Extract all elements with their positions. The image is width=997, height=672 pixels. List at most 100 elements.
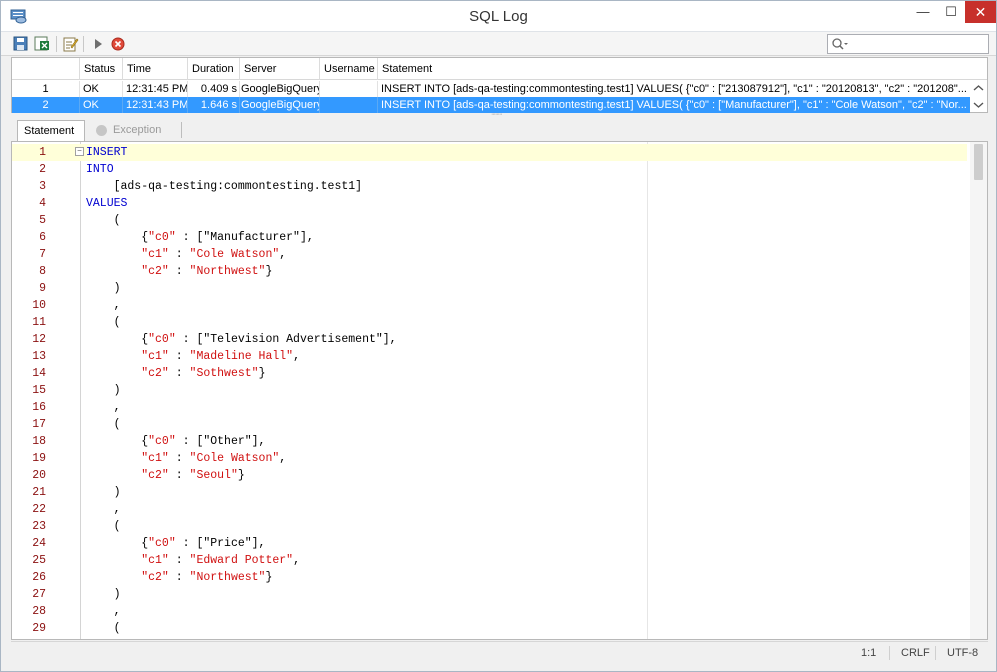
code-line: 23 ( — [12, 518, 967, 535]
minimize-button[interactable]: — — [909, 1, 937, 23]
line-number: 28 — [32, 605, 46, 618]
search-box[interactable] — [827, 34, 989, 54]
code-line: 20 "c2" : "Seoul"} — [12, 467, 967, 484]
play-icon[interactable] — [89, 35, 107, 53]
line-number: 20 — [32, 469, 46, 482]
code-token: ( — [86, 520, 121, 533]
column-header-server[interactable]: Server — [240, 58, 320, 80]
toolbar — [1, 32, 996, 56]
sql-keyword: INTO — [86, 163, 114, 176]
row-duration: 1.646 s — [188, 97, 240, 113]
sql-editor[interactable]: 1 − INSERT 2 INTO 3 [ads-qa-testing:commontes… — [11, 141, 988, 640]
code-token: [ads-qa-testing:commontesting.test1] — [86, 180, 363, 193]
code-token: ) — [86, 282, 121, 295]
line-number: 7 — [39, 248, 46, 261]
string-literal: "c2" — [141, 469, 169, 482]
maximize-button[interactable]: ☐ — [937, 1, 965, 23]
line-number: 18 — [32, 435, 46, 448]
column-header-username[interactable]: Username — [320, 58, 378, 80]
column-header-statement[interactable]: Statement — [378, 58, 987, 80]
table-row[interactable]: 1 OK 12:31:45 PM 0.409 s GoogleBigQuery … — [12, 81, 970, 97]
code-line: 19 "c1" : "Cole Watson", — [12, 450, 967, 467]
code-line: 21 ) — [12, 484, 967, 501]
code-token: } — [265, 571, 273, 584]
editor-scrollbar[interactable] — [970, 142, 987, 639]
code-line: 1 − INSERT — [12, 144, 967, 161]
exception-status-icon — [96, 125, 107, 136]
line-number: 27 — [32, 588, 46, 601]
code-text: [ads-qa-testing:commontesting.test1] — [86, 178, 362, 195]
tab-statement[interactable]: Statement — [17, 120, 85, 141]
code-line: 12 {"c0" : ["Television Advertisement"], — [12, 331, 967, 348]
code-text: INTO — [86, 161, 114, 178]
column-header-time[interactable]: Time — [123, 58, 188, 80]
code-text: ) — [86, 484, 121, 501]
cursor-position: 1:1 — [861, 647, 877, 659]
code-line: 24 {"c0" : ["Price"], — [12, 535, 967, 552]
code-token: : — [168, 469, 190, 482]
splitter-handle[interactable]: ········ — [491, 111, 507, 118]
grid-scrollbar[interactable] — [970, 81, 987, 112]
string-literal: "c2" — [141, 265, 169, 278]
string-literal: "c0" — [148, 435, 176, 448]
code-text: {"c0" : ["Price"], — [86, 535, 265, 552]
sql-keyword: VALUES — [86, 197, 128, 210]
code-token: : — [168, 452, 190, 465]
column-header-duration[interactable]: Duration — [188, 58, 240, 80]
code-line: 16 , — [12, 399, 967, 416]
code-token: { — [86, 537, 149, 550]
code-token: } — [237, 469, 245, 482]
line-number: 8 — [39, 265, 46, 278]
code-line: 4 VALUES — [12, 195, 967, 212]
export-excel-icon[interactable] — [33, 35, 51, 53]
code-text: "c1" : "Edward Potter", — [86, 552, 300, 569]
code-line: 9 ) — [12, 280, 967, 297]
save-icon[interactable] — [12, 35, 30, 53]
code-text: {"c0" : ["Manufacturer"], — [86, 229, 314, 246]
fold-toggle-icon[interactable]: − — [75, 147, 84, 156]
code-text: "c2" : "Northwest"} — [86, 569, 272, 586]
code-token: { — [86, 333, 149, 346]
column-header-row-number[interactable] — [12, 58, 80, 80]
edit-notes-icon[interactable] — [61, 35, 79, 53]
code-token: : — [168, 367, 190, 380]
toolbar-separator — [83, 36, 84, 52]
code-token: ) — [86, 486, 121, 499]
stop-icon[interactable] — [109, 35, 127, 53]
line-number: 16 — [32, 401, 46, 414]
scroll-up-icon[interactable] — [973, 84, 984, 92]
string-literal: "c1" — [141, 452, 169, 465]
code-text: "c1" : "Cole Watson", — [86, 450, 286, 467]
string-literal: "c1" — [141, 554, 169, 567]
scroll-down-icon[interactable] — [973, 101, 984, 109]
log-grid: Status Time Duration Server Username Sta… — [11, 57, 988, 113]
code-line: 22 , — [12, 501, 967, 518]
code-text: {"c0" : ["Television Advertisement"], — [86, 331, 396, 348]
code-text: , — [86, 501, 121, 518]
code-token: : — [168, 554, 190, 567]
string-literal: "c1" — [141, 248, 169, 261]
code-text: ( — [86, 620, 121, 637]
row-username — [320, 97, 378, 113]
tab-exception[interactable]: Exception — [91, 120, 175, 141]
code-token: : — [168, 265, 190, 278]
close-button[interactable]: ✕ — [965, 1, 996, 23]
search-input[interactable] — [850, 36, 986, 52]
code-text: , — [86, 399, 121, 416]
line-number: 21 — [32, 486, 46, 499]
line-number: 12 — [32, 333, 46, 346]
string-literal: "Cole Watson" — [189, 452, 280, 465]
status-bar: 1:1 CRLF UTF-8 — [11, 641, 988, 663]
title-bar[interactable]: SQL Log — ☐ ✕ — [1, 1, 996, 32]
line-number: 15 — [32, 384, 46, 397]
line-number: 17 — [32, 418, 46, 431]
string-literal: "c2" — [141, 571, 169, 584]
code-text: "c2" : "Northwest"} — [86, 263, 272, 280]
line-number: 4 — [39, 197, 46, 210]
code-token: ) — [86, 588, 121, 601]
string-literal: "c0" — [148, 231, 176, 244]
line-number: 13 — [32, 350, 46, 363]
column-header-status[interactable]: Status — [80, 58, 123, 80]
editor-scroll-thumb[interactable] — [974, 144, 983, 180]
